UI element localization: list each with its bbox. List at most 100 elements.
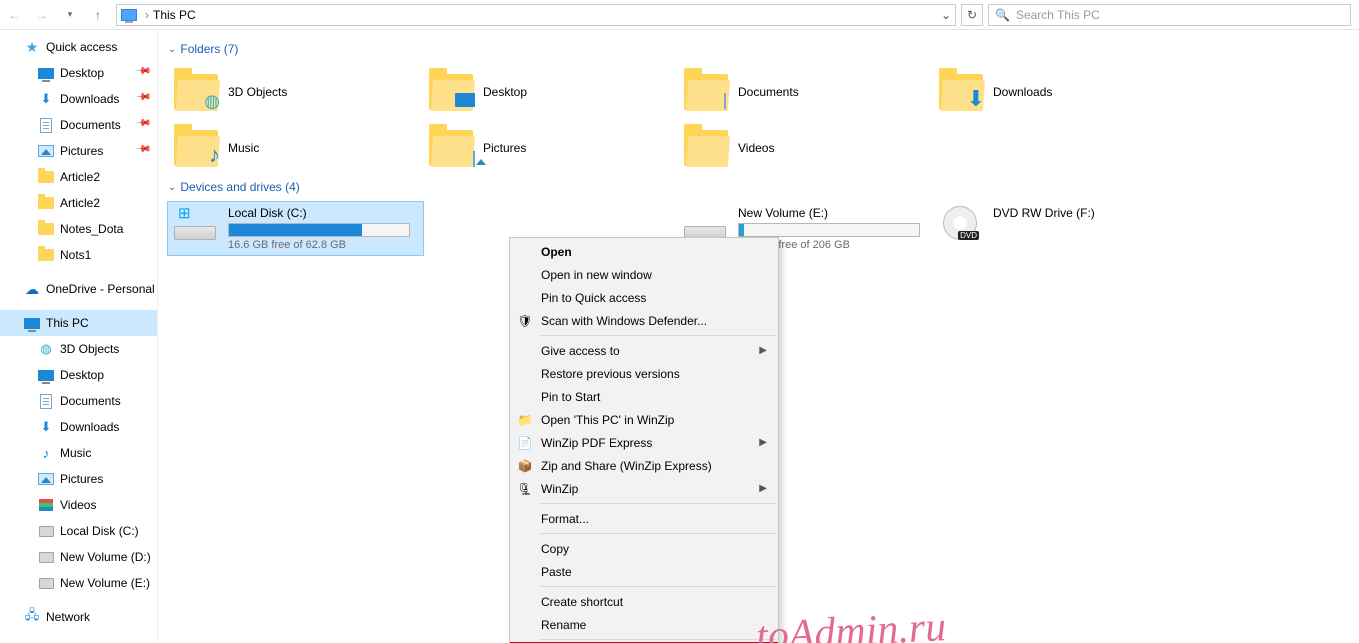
cloud-icon: ☁ [24, 281, 40, 297]
group-header-label: Devices and drives (4) [180, 180, 299, 194]
menu-item-copy[interactable]: Copy [511, 537, 777, 560]
menu-item-label: Pin to Start [541, 390, 600, 404]
sidebar-item-label: OneDrive - Personal [46, 282, 155, 296]
sidebar-item-notes-dota[interactable]: Notes_Dota [0, 216, 157, 242]
menu-item-label: Format... [541, 512, 589, 526]
drive-free-label: 16.6 GB free of 62.8 GB [228, 239, 410, 251]
sidebar-item-label: Documents [60, 118, 121, 132]
menu-item-pin-to-start[interactable]: Pin to Start [511, 385, 777, 408]
sidebar-item-label: Article2 [60, 196, 100, 210]
sidebar-item-label: Notes_Dota [60, 222, 123, 236]
sidebar-network[interactable]: 🖧 Network [0, 604, 157, 630]
menu-item-open-in-new-window[interactable]: Open in new window [511, 263, 777, 286]
menu-item-label: Zip and Share (WinZip Express) [541, 459, 712, 473]
folder-downloads[interactable]: ⬇Downloads [933, 64, 1188, 120]
folder-documents[interactable]: Documents [678, 64, 933, 120]
folder-icon [429, 130, 473, 166]
address-dropdown-icon[interactable]: ⌄ [941, 8, 951, 22]
search-input[interactable]: 🔍 Search This PC [988, 4, 1351, 26]
picture-icon [38, 145, 54, 157]
network-icon: 🖧 [24, 609, 40, 625]
group-header-label: Folders (7) [180, 42, 238, 56]
disk-icon [39, 526, 54, 537]
sidebar-item-label: New Volume (D:) [60, 550, 151, 564]
folder-icon: ♪ [174, 130, 218, 166]
sidebar-item-downloads[interactable]: ⬇Downloads📌 [0, 86, 157, 112]
pin-icon: 📌 [134, 89, 151, 106]
menu-item-scan-with-windows-defender-[interactable]: 🛡Scan with Windows Defender... [511, 309, 777, 332]
sidebar-this-pc[interactable]: This PC [0, 310, 157, 336]
windows-icon: ⊞ [178, 204, 191, 222]
drive-label: New Volume (E:) [738, 206, 920, 220]
folder-music[interactable]: ♪Music [168, 120, 423, 176]
sidebar-item-documents[interactable]: Documents [0, 388, 157, 414]
menu-item-format-[interactable]: Format... [511, 507, 777, 530]
sidebar-item-music[interactable]: ♪Music [0, 440, 157, 466]
sidebar-item-videos[interactable]: Videos [0, 492, 157, 518]
sidebar-item-new-volume-e-[interactable]: New Volume (E:) [0, 570, 157, 596]
menu-item-zip-and-share-winzip-express-[interactable]: 📦 Zip and Share (WinZip Express) [511, 454, 777, 477]
menu-item-rename[interactable]: Rename [511, 613, 777, 636]
chevron-right-icon: ▶ [759, 345, 767, 356]
folder-icon [684, 130, 728, 166]
address-path[interactable]: › This PC ⌄ [116, 4, 956, 26]
folder-videos[interactable]: Videos [678, 120, 933, 176]
sidebar-quick-access[interactable]: ★ Quick access [0, 34, 157, 60]
star-icon: ★ [24, 39, 40, 55]
folder-icon [38, 171, 54, 183]
folder-3d-objects[interactable]: ◍3D Objects [168, 64, 423, 120]
context-menu: OpenOpen in new windowPin to Quick acces… [509, 237, 779, 643]
nav-recent-dropdown[interactable]: ▾ [58, 3, 82, 27]
document-icon [40, 394, 52, 409]
sidebar-item-desktop[interactable]: Desktop [0, 362, 157, 388]
sidebar-item-label: Local Disk (C:) [60, 524, 139, 538]
hdd-icon [174, 226, 216, 240]
menu-item-open-this-pc-in-winzip[interactable]: 📁Open 'This PC' in WinZip [511, 408, 777, 431]
nav-back-button[interactable]: ← [2, 3, 26, 27]
folder-pictures[interactable]: Pictures [423, 120, 678, 176]
breadcrumb-location[interactable]: This PC [153, 8, 196, 22]
chevron-down-icon: ⌄ [168, 182, 176, 193]
sidebar-item-new-volume-d-[interactable]: New Volume (D:) [0, 544, 157, 570]
sidebar-item-label: Quick access [46, 40, 117, 54]
sidebar-item-local-disk-c-[interactable]: Local Disk (C:) [0, 518, 157, 544]
sidebar-item-desktop[interactable]: Desktop📌 [0, 60, 157, 86]
sidebar-item-nots1[interactable]: Nots1 [0, 242, 157, 268]
drive-local-disk-c-[interactable]: ⊞Local Disk (C:)16.6 GB free of 62.8 GB [168, 202, 423, 255]
drive-dvd-rw-drive-f-[interactable]: DVD RW Drive (F:) [933, 202, 1188, 255]
menu-item-winzip-pdf-express[interactable]: 📄WinZip PDF Express▶ [511, 431, 777, 454]
folder-label: Documents [738, 85, 799, 99]
menu-item-paste[interactable]: Paste [511, 560, 777, 583]
sidebar-item-pictures[interactable]: Pictures [0, 466, 157, 492]
nav-up-button[interactable]: ↑ [86, 3, 110, 27]
sidebar-onedrive[interactable]: ☁ OneDrive - Personal [0, 276, 157, 302]
folder-label: Desktop [483, 85, 527, 99]
sidebar-item-downloads[interactable]: ⬇Downloads [0, 414, 157, 440]
menu-item-pin-to-quick-access[interactable]: Pin to Quick access [511, 286, 777, 309]
folder-icon [38, 197, 54, 209]
folder-desktop[interactable]: Desktop [423, 64, 678, 120]
menu-item-restore-previous-versions[interactable]: Restore previous versions [511, 362, 777, 385]
menu-separator [539, 586, 776, 587]
folder-label: 3D Objects [228, 85, 287, 99]
menu-item-give-access-to[interactable]: Give access to▶ [511, 339, 777, 362]
folder-icon [38, 223, 54, 235]
menu-item-open[interactable]: Open [511, 240, 777, 263]
sidebar-item-documents[interactable]: Documents📌 [0, 112, 157, 138]
folder-icon [429, 74, 473, 110]
refresh-button[interactable]: ↻ [961, 4, 983, 26]
sidebar-item-article2[interactable]: Article2 [0, 190, 157, 216]
menu-item-create-shortcut[interactable]: Create shortcut [511, 590, 777, 613]
menu-item-icon: 📦 [517, 459, 533, 473]
group-folders-header[interactable]: ⌄ Folders (7) [168, 42, 1359, 56]
menu-item-winzip[interactable]: 🗜WinZip▶ [511, 477, 777, 500]
sidebar-item-3d-objects[interactable]: ◍3D Objects [0, 336, 157, 362]
folder-label: Downloads [993, 85, 1052, 99]
menu-separator [539, 639, 776, 640]
group-drives-header[interactable]: ⌄ Devices and drives (4) [168, 180, 1359, 194]
sidebar-item-article2[interactable]: Article2 [0, 164, 157, 190]
sidebar-item-pictures[interactable]: Pictures📌 [0, 138, 157, 164]
sidebar-item-label: This PC [46, 316, 89, 330]
nav-forward-button[interactable]: → [30, 3, 54, 27]
menu-item-label: WinZip [541, 482, 578, 496]
